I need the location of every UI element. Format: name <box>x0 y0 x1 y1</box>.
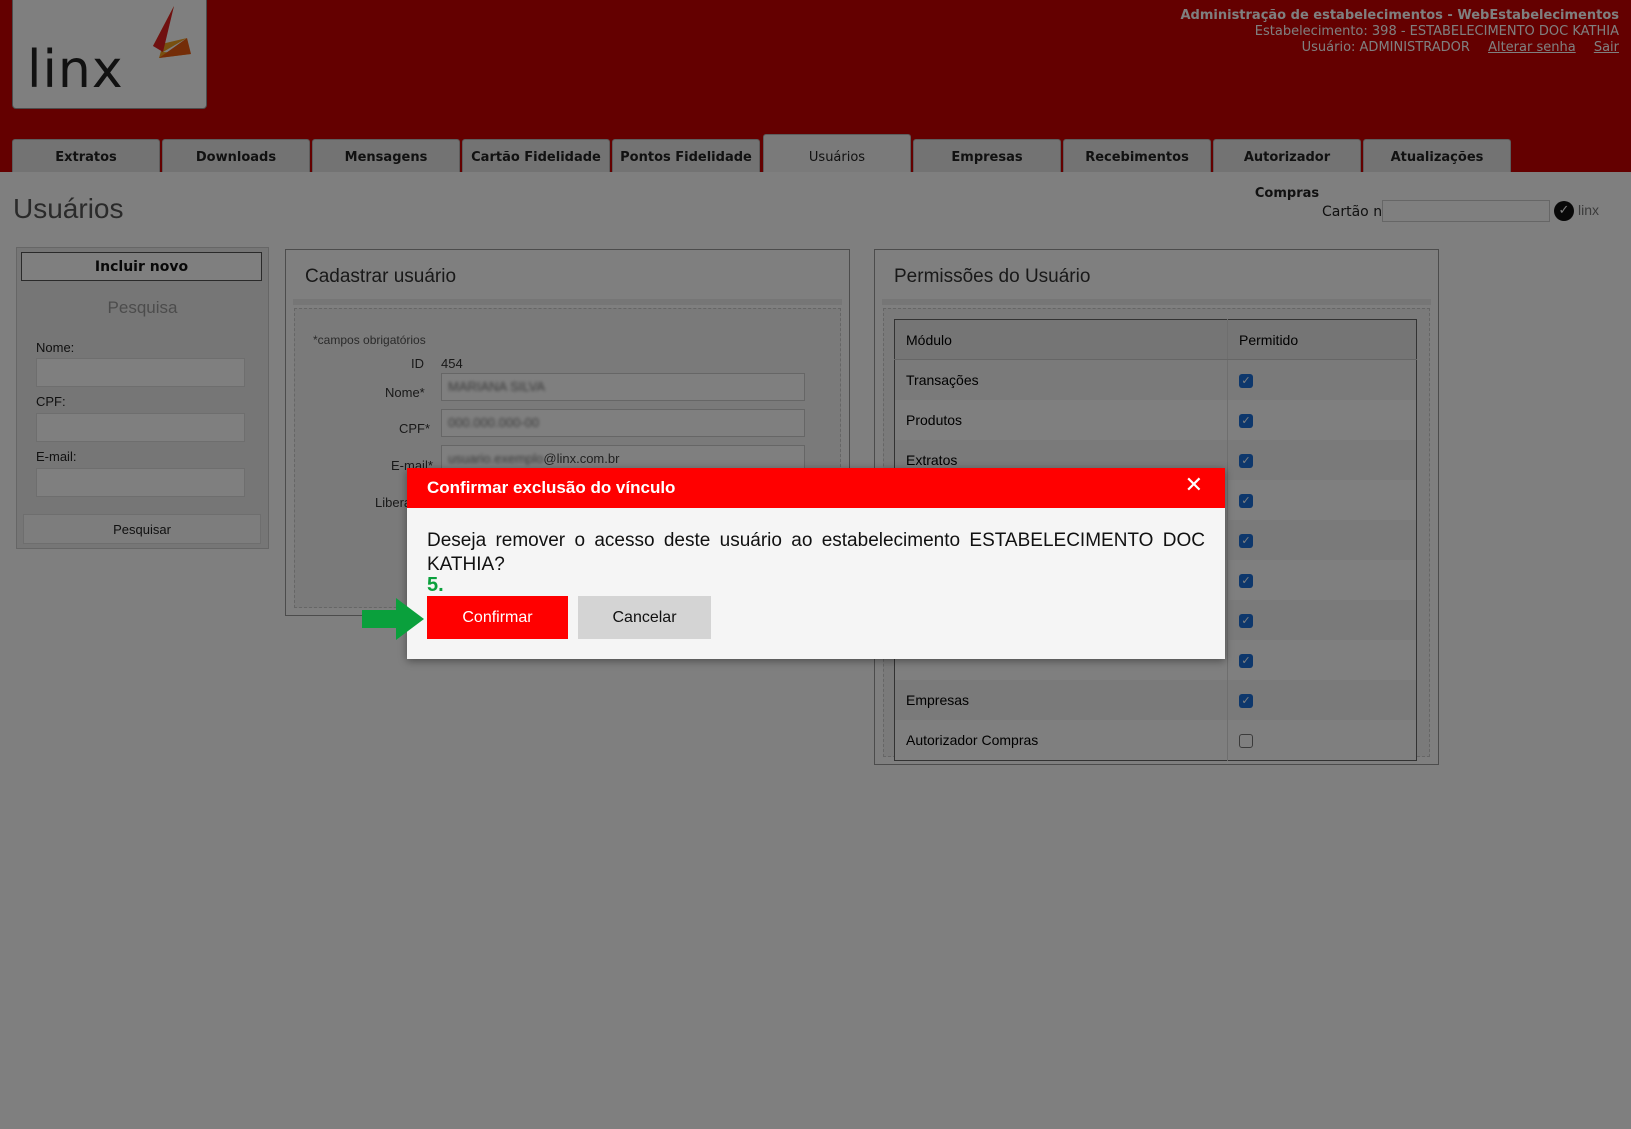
dialog-header: Confirmar exclusão do vínculo ✕ <box>407 468 1225 508</box>
confirm-button[interactable]: Confirmar <box>427 596 568 639</box>
close-icon[interactable]: ✕ <box>1185 475 1203 497</box>
arrow-right-icon <box>362 598 424 640</box>
dialog-title: Confirmar exclusão do vínculo <box>427 478 676 497</box>
dialog-message: Deseja remover o acesso deste usuário ao… <box>427 530 1205 575</box>
step-marker: 5. <box>427 574 444 596</box>
cancel-button[interactable]: Cancelar <box>578 596 711 639</box>
confirm-dialog: Confirmar exclusão do vínculo ✕ Deseja r… <box>407 468 1225 659</box>
